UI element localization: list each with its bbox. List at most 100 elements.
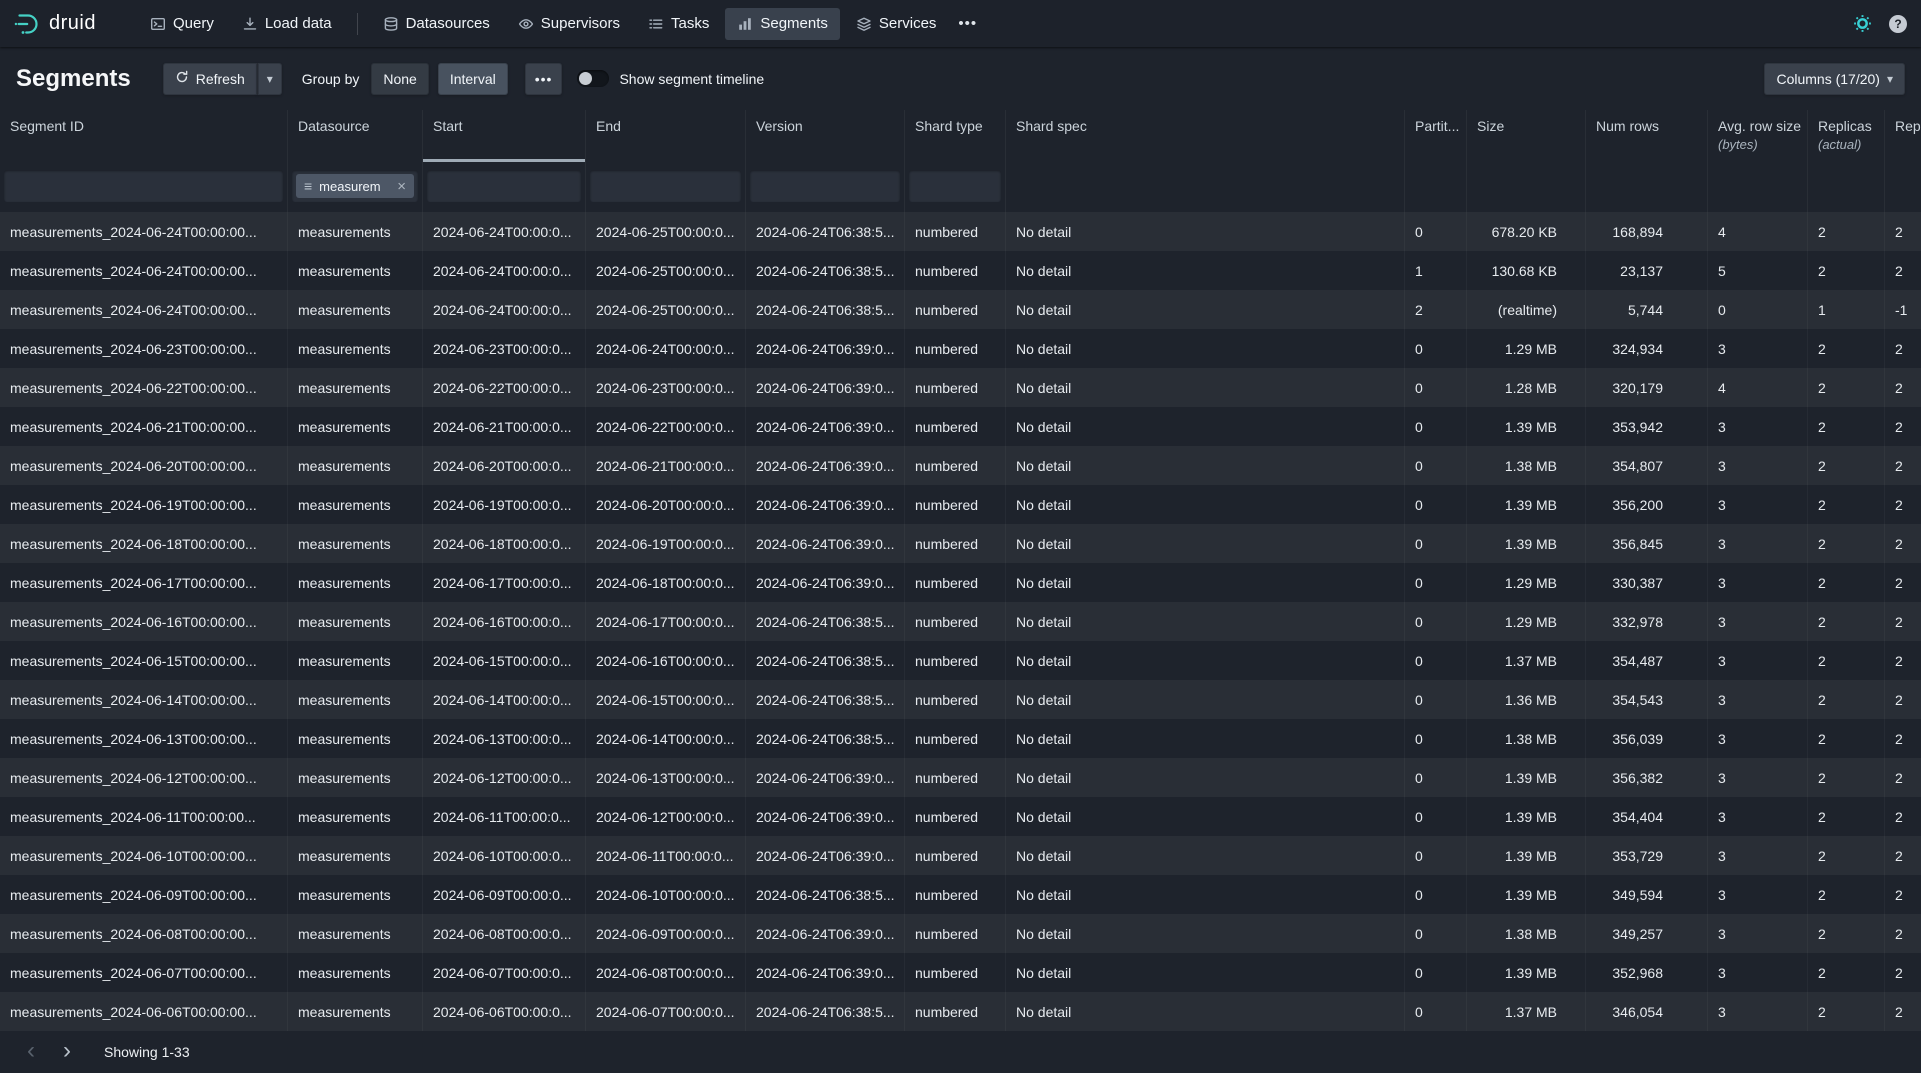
cell-end: 2024-06-07T00:00:0... bbox=[586, 992, 746, 1031]
cell-segment_id: measurements_2024-06-08T00:00:00... bbox=[0, 914, 288, 953]
columns-button[interactable]: Columns (17/20) ▾ bbox=[1764, 63, 1905, 95]
remove-filter-icon[interactable]: × bbox=[397, 178, 406, 195]
cell-datasource: measurements bbox=[288, 485, 423, 524]
table-row[interactable]: measurements_2024-06-21T00:00:00...measu… bbox=[0, 407, 1921, 446]
column-header-num_rows[interactable]: Num rows bbox=[1586, 110, 1708, 162]
nav-item-query[interactable]: Query bbox=[138, 8, 226, 40]
cell-shard_spec: No detail bbox=[1006, 641, 1405, 680]
cell-partition: 0 bbox=[1405, 719, 1467, 758]
cell-size: 1.29 MB bbox=[1467, 329, 1586, 368]
settings-gear-icon[interactable] bbox=[1853, 14, 1872, 33]
table-row[interactable]: measurements_2024-06-16T00:00:00...measu… bbox=[0, 602, 1921, 641]
filter-cell-replicas bbox=[1808, 162, 1885, 212]
filter-input-end[interactable] bbox=[590, 170, 741, 202]
nav-item-datasources[interactable]: Datasources bbox=[371, 8, 502, 40]
top-actions: ? bbox=[1853, 14, 1907, 33]
cell-end: 2024-06-17T00:00:0... bbox=[586, 602, 746, 641]
segments-table: Segment IDDatasourceStartEndVersionShard… bbox=[0, 110, 1921, 1031]
nav-more-button[interactable]: ••• bbox=[948, 8, 987, 40]
refresh-button[interactable]: Refresh bbox=[163, 63, 257, 95]
column-header-datasource[interactable]: Datasource bbox=[288, 110, 423, 162]
table-row[interactable]: measurements_2024-06-06T00:00:00...measu… bbox=[0, 992, 1921, 1031]
column-header-end[interactable]: End bbox=[586, 110, 746, 162]
cell-datasource: measurements bbox=[288, 368, 423, 407]
table-row[interactable]: measurements_2024-06-18T00:00:00...measu… bbox=[0, 524, 1921, 563]
filter-input-start[interactable] bbox=[427, 170, 581, 202]
column-header-size[interactable]: Size bbox=[1467, 110, 1586, 162]
table-row[interactable]: measurements_2024-06-23T00:00:00...measu… bbox=[0, 329, 1921, 368]
table-row[interactable]: measurements_2024-06-24T00:00:00...measu… bbox=[0, 251, 1921, 290]
nav-item-load-data[interactable]: Load data bbox=[230, 8, 344, 40]
cell-num_rows: 356,200 bbox=[1586, 485, 1708, 524]
druid-logo-icon bbox=[14, 11, 40, 37]
table-row[interactable]: measurements_2024-06-12T00:00:00...measu… bbox=[0, 758, 1921, 797]
cell-replication_factor: 2 bbox=[1885, 875, 1921, 914]
filter-input-segment_id[interactable] bbox=[4, 170, 283, 202]
cell-replication_factor: 2 bbox=[1885, 797, 1921, 836]
cell-size: 1.38 MB bbox=[1467, 719, 1586, 758]
filter-input-shard_type[interactable] bbox=[909, 170, 1001, 202]
pagination-bar: ‹ › Showing 1-33 bbox=[0, 1031, 1921, 1073]
group-by-none-button[interactable]: None bbox=[371, 63, 428, 95]
table-row[interactable]: measurements_2024-06-24T00:00:00...measu… bbox=[0, 212, 1921, 251]
table-row[interactable]: measurements_2024-06-07T00:00:00...measu… bbox=[0, 953, 1921, 992]
next-page-button[interactable]: › bbox=[52, 1037, 82, 1067]
nav-item-supervisors[interactable]: Supervisors bbox=[506, 8, 632, 40]
column-header-version[interactable]: Version bbox=[746, 110, 905, 162]
cell-shard_spec: No detail bbox=[1006, 368, 1405, 407]
column-header-avg_row_size[interactable]: Avg. row size(bytes) bbox=[1708, 110, 1808, 162]
table-row[interactable]: measurements_2024-06-22T00:00:00...measu… bbox=[0, 368, 1921, 407]
cell-shard_type: numbered bbox=[905, 602, 1006, 641]
column-header-start[interactable]: Start bbox=[423, 110, 586, 162]
previous-page-button[interactable]: ‹ bbox=[16, 1037, 46, 1067]
show-segment-timeline-switch[interactable] bbox=[577, 70, 609, 87]
group-by-interval-button[interactable]: Interval bbox=[438, 63, 508, 95]
table-row[interactable]: measurements_2024-06-11T00:00:00...measu… bbox=[0, 797, 1921, 836]
cell-shard_type: numbered bbox=[905, 212, 1006, 251]
nav-divider bbox=[357, 13, 358, 35]
nav-item-tasks[interactable]: Tasks bbox=[636, 8, 721, 40]
filter-input-version[interactable] bbox=[750, 170, 900, 202]
table-row[interactable]: measurements_2024-06-14T00:00:00...measu… bbox=[0, 680, 1921, 719]
column-header-replication_factor[interactable]: Replication factor bbox=[1885, 110, 1921, 162]
cell-num_rows: 353,942 bbox=[1586, 407, 1708, 446]
cell-shard_type: numbered bbox=[905, 914, 1006, 953]
cell-avg_row_size: 5 bbox=[1708, 251, 1808, 290]
table-row[interactable]: measurements_2024-06-15T00:00:00...measu… bbox=[0, 641, 1921, 680]
cell-avg_row_size: 3 bbox=[1708, 446, 1808, 485]
table-row[interactable]: measurements_2024-06-20T00:00:00...measu… bbox=[0, 446, 1921, 485]
cell-replication_factor: 2 bbox=[1885, 836, 1921, 875]
table-row[interactable]: measurements_2024-06-09T00:00:00...measu… bbox=[0, 875, 1921, 914]
cell-datasource: measurements bbox=[288, 524, 423, 563]
filter-input-datasource[interactable]: ≡measurem× bbox=[292, 170, 418, 202]
table-row[interactable]: measurements_2024-06-19T00:00:00...measu… bbox=[0, 485, 1921, 524]
refresh-menu-button[interactable]: ▾ bbox=[257, 63, 282, 95]
cell-avg_row_size: 3 bbox=[1708, 719, 1808, 758]
segments-icon bbox=[737, 16, 753, 32]
nav-item-services[interactable]: Services bbox=[844, 8, 949, 40]
table-row[interactable]: measurements_2024-06-24T00:00:00...measu… bbox=[0, 290, 1921, 329]
druid-brand[interactable]: druid bbox=[14, 11, 96, 37]
filter-list-icon: ≡ bbox=[304, 178, 312, 194]
nav-item-segments[interactable]: Segments bbox=[725, 8, 840, 40]
view-controls: Segments Refresh ▾ Group by None Interva… bbox=[0, 47, 1921, 110]
column-header-segment_id[interactable]: Segment ID bbox=[0, 110, 288, 162]
column-header-label: Size bbox=[1477, 118, 1575, 134]
column-header-shard_spec[interactable]: Shard spec bbox=[1006, 110, 1405, 162]
table-row[interactable]: measurements_2024-06-17T00:00:00...measu… bbox=[0, 563, 1921, 602]
table-row[interactable]: measurements_2024-06-13T00:00:00...measu… bbox=[0, 719, 1921, 758]
cell-start: 2024-06-13T00:00:0... bbox=[423, 719, 586, 758]
chevron-down-icon: ▾ bbox=[267, 72, 273, 86]
cell-end: 2024-06-25T00:00:0... bbox=[586, 290, 746, 329]
cell-shard_type: numbered bbox=[905, 758, 1006, 797]
column-header-shard_type[interactable]: Shard type bbox=[905, 110, 1006, 162]
table-row[interactable]: measurements_2024-06-10T00:00:00...measu… bbox=[0, 836, 1921, 875]
segments-more-actions-button[interactable]: ••• bbox=[525, 63, 563, 95]
datasource-filter-tag[interactable]: ≡measurem× bbox=[296, 174, 414, 198]
column-header-replicas[interactable]: Replicas(actual) bbox=[1808, 110, 1885, 162]
cell-partition: 0 bbox=[1405, 641, 1467, 680]
table-row[interactable]: measurements_2024-06-08T00:00:00...measu… bbox=[0, 914, 1921, 953]
column-header-partition[interactable]: Partit... bbox=[1405, 110, 1467, 162]
help-icon[interactable]: ? bbox=[1889, 15, 1907, 33]
cell-replication_factor: 2 bbox=[1885, 641, 1921, 680]
